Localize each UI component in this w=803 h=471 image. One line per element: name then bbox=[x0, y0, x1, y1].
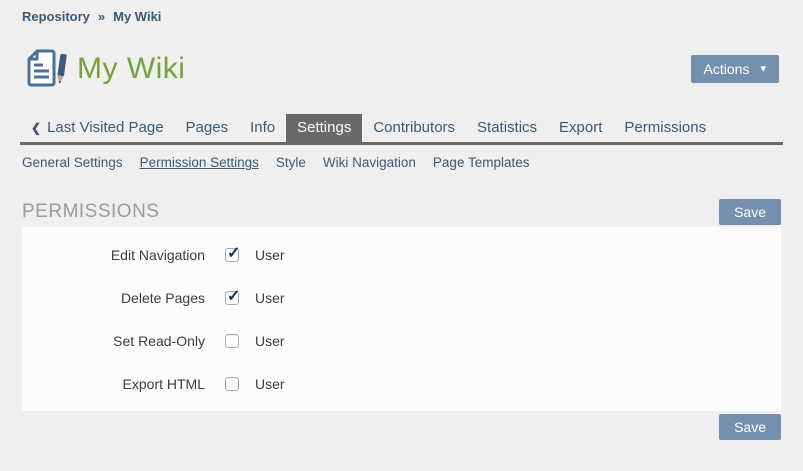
tab-statistics[interactable]: Statistics bbox=[466, 114, 548, 142]
bottom-bar: Save bbox=[22, 414, 781, 440]
role-label: User bbox=[255, 333, 285, 349]
tab-label: Contributors bbox=[373, 119, 455, 136]
tab-label: Permissions bbox=[624, 119, 706, 136]
edit-navigation-user-checkbox[interactable] bbox=[225, 248, 239, 262]
tab-export[interactable]: Export bbox=[548, 114, 613, 142]
page-title: My Wiki bbox=[77, 52, 185, 86]
actions-button-label: Actions bbox=[704, 62, 750, 76]
subnav-page-templates[interactable]: Page Templates bbox=[433, 155, 530, 170]
permission-label: Delete Pages bbox=[22, 290, 205, 306]
back-chevron-icon: ❮ bbox=[31, 121, 41, 135]
permissions-panel: Edit Navigation User Delete Pages User S… bbox=[22, 227, 781, 411]
delete-pages-user-checkbox[interactable] bbox=[225, 291, 239, 305]
breadcrumb-current-link[interactable]: My Wiki bbox=[113, 9, 161, 24]
permission-label: Export HTML bbox=[22, 376, 205, 392]
tab-info[interactable]: Info bbox=[239, 114, 286, 142]
permission-label: Set Read-Only bbox=[22, 333, 205, 349]
tab-permissions[interactable]: Permissions bbox=[613, 114, 717, 142]
permission-row: Set Read-Only User bbox=[22, 319, 781, 362]
subnav-permission-settings[interactable]: Permission Settings bbox=[140, 155, 259, 170]
tab-label: Statistics bbox=[477, 119, 537, 136]
export-html-user-checkbox[interactable] bbox=[225, 377, 239, 391]
tab-last-visited-page[interactable]: ❮ Last Visited Page bbox=[20, 114, 175, 142]
subnav-general-settings[interactable]: General Settings bbox=[22, 155, 123, 170]
tab-contributors[interactable]: Contributors bbox=[362, 114, 466, 142]
role-label: User bbox=[255, 290, 285, 306]
permissions-section-bar: PERMISSIONS Save bbox=[22, 198, 781, 225]
tab-label: Pages bbox=[186, 119, 229, 136]
tab-label: Settings bbox=[297, 119, 351, 136]
permission-row: Edit Navigation User bbox=[22, 233, 781, 276]
tab-label: Last Visited Page bbox=[47, 119, 163, 136]
subnav-wiki-navigation[interactable]: Wiki Navigation bbox=[323, 155, 416, 170]
permissions-section-title: PERMISSIONS bbox=[22, 201, 159, 223]
tab-label: Export bbox=[559, 119, 602, 136]
wiki-document-pencil-icon bbox=[24, 48, 68, 90]
subnav-style[interactable]: Style bbox=[276, 155, 306, 170]
breadcrumb-repository-link[interactable]: Repository bbox=[22, 9, 90, 24]
permission-row: Delete Pages User bbox=[22, 276, 781, 319]
set-read-only-user-checkbox[interactable] bbox=[225, 334, 239, 348]
permission-row: Export HTML User bbox=[22, 362, 781, 405]
page-header: My Wiki Actions ▾ bbox=[0, 48, 803, 90]
tab-label: Info bbox=[250, 119, 275, 136]
role-label: User bbox=[255, 376, 285, 392]
breadcrumb: Repository » My Wiki bbox=[0, 0, 803, 24]
breadcrumb-separator: » bbox=[98, 9, 105, 24]
tab-pages[interactable]: Pages bbox=[175, 114, 240, 142]
settings-subnav: General Settings Permission Settings Sty… bbox=[0, 145, 803, 170]
role-label: User bbox=[255, 247, 285, 263]
tab-bar: ❮ Last Visited Page Pages Info Settings … bbox=[20, 114, 783, 145]
save-button-top[interactable]: Save bbox=[719, 199, 781, 225]
actions-button[interactable]: Actions ▾ bbox=[691, 55, 779, 83]
save-button-bottom[interactable]: Save bbox=[719, 414, 781, 440]
chevron-down-icon: ▾ bbox=[760, 64, 766, 75]
permission-label: Edit Navigation bbox=[22, 247, 205, 263]
tab-settings[interactable]: Settings bbox=[286, 114, 362, 142]
